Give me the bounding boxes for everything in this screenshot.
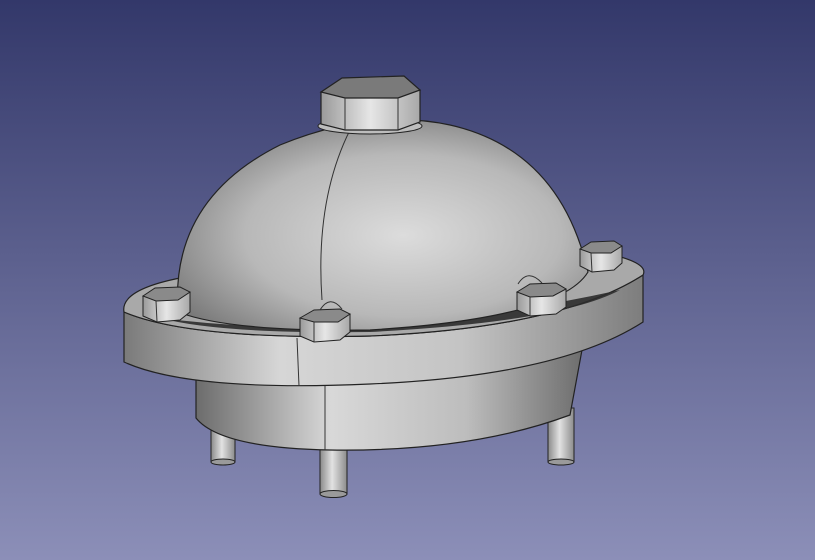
3d-viewport[interactable] bbox=[0, 0, 815, 560]
top-hex-nut[interactable] bbox=[319, 75, 422, 131]
flange-hex-nut[interactable] bbox=[578, 240, 623, 273]
cad-model-scene[interactable] bbox=[0, 0, 815, 560]
flange-hex-nut[interactable] bbox=[141, 286, 191, 323]
